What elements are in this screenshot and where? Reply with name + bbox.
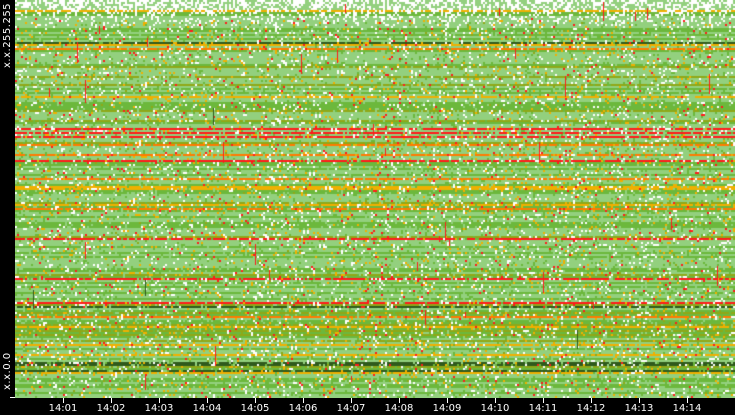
heatmap-chart: x.x.255.255 x.x.0.0 14:01 14:02 14:03 14:04… <box>0 0 735 415</box>
x-tick-label: 14:04 <box>192 403 222 414</box>
x-tick-label: 14:08 <box>384 403 414 414</box>
x-tick-label: 14:01 <box>48 403 78 414</box>
x-tick-label: 14:06 <box>288 403 318 414</box>
x-tick-label: 14:10 <box>480 403 510 414</box>
x-tick-label: 14:05 <box>240 403 270 414</box>
heatmap-canvas <box>15 0 735 398</box>
x-tick-label: 14:07 <box>336 403 366 414</box>
y-tick-label-top: x.x.255.255 <box>2 2 13 68</box>
y-tick-label-bottom: x.x.0.0 <box>2 352 13 390</box>
y-tick-bottom <box>10 397 15 398</box>
x-tick-label: 14:13 <box>624 403 654 414</box>
x-tick-label: 14:14 <box>672 403 702 414</box>
x-tick-label: 14:12 <box>576 403 606 414</box>
x-tick-label: 14:11 <box>528 403 558 414</box>
x-tick-label: 14:02 <box>96 403 126 414</box>
x-tick-label: 14:03 <box>144 403 174 414</box>
x-tick-label: 14:09 <box>432 403 462 414</box>
